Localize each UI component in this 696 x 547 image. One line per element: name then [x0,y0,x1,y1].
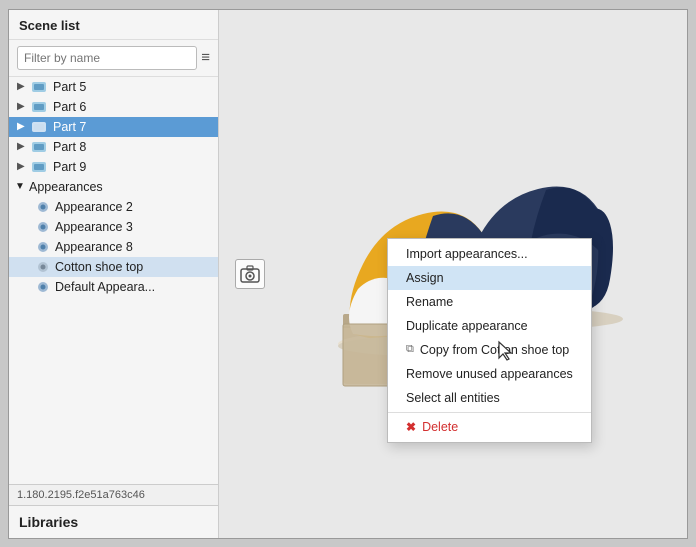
tree-item-part6[interactable]: ▶ Part 6 [9,97,218,117]
context-menu-item-assign[interactable]: Assign [388,266,591,290]
part9-label: Part 9 [53,160,212,174]
context-menu-item-import[interactable]: Import appearances... [388,242,591,266]
main-window: Scene list ≡ ▶ Part 5 ▶ [8,9,688,539]
appearances-expand-arrow: ▼ [15,181,29,192]
tree-item-part5[interactable]: ▶ Part 5 [9,77,218,97]
context-menu-item-rename[interactable]: Rename [388,290,591,314]
context-menu-separator [388,412,591,413]
part7-icon [31,120,49,134]
part8-label: Part 8 [53,140,212,154]
duplicate-label: Duplicate appearance [406,319,528,333]
context-menu-item-delete[interactable]: ✖ Delete [388,415,591,439]
part8-icon [31,140,49,154]
copy-icon: ⧉ [406,343,414,356]
part6-label: Part 6 [53,100,212,114]
context-menu-item-duplicate[interactable]: Duplicate appearance [388,314,591,338]
appearance-item-app3[interactable]: Appearance 3 [9,217,218,237]
part7-label: Part 7 [53,120,212,134]
remove-label: Remove unused appearances [406,367,573,381]
part9-icon [31,160,49,174]
filter-input[interactable] [17,46,197,70]
expand-arrow-part8: ▶ [17,141,31,152]
assign-label: Assign [406,271,444,285]
context-menu-item-remove[interactable]: Remove unused appearances [388,362,591,386]
tree-container: ▶ Part 5 ▶ Part 6 [9,77,218,484]
expand-arrow-part9: ▶ [17,161,31,172]
list-view-icon[interactable]: ≡ [201,49,210,66]
tree-item-part9[interactable]: ▶ Part 9 [9,157,218,177]
sidebar-title: Scene list [9,10,218,40]
appearance-item-default[interactable]: Default Appeara... [9,277,218,297]
select-all-label: Select all entities [406,391,500,405]
part6-icon [31,100,49,114]
app3-icon [35,220,51,234]
part5-icon [31,80,49,94]
libraries-label: Libraries [9,505,218,538]
appearance-item-app8[interactable]: Appearance 8 [9,237,218,257]
rename-label: Rename [406,295,453,309]
expand-arrow-part6: ▶ [17,101,31,112]
appearances-label: Appearances [29,180,103,194]
app2-label: Appearance 2 [55,200,133,214]
context-menu: Import appearances... Assign Rename Dupl… [387,238,592,443]
tree-item-part8[interactable]: ▶ Part 8 [9,137,218,157]
default-label: Default Appeara... [55,280,155,294]
app8-label: Appearance 8 [55,240,133,254]
status-bar: 1.180.2195.f2e51a763c46 [9,484,218,505]
cotton-icon [35,260,51,274]
appearance-item-cotton[interactable]: Cotton shoe top [9,257,218,277]
filter-row: ≡ [9,40,218,77]
delete-label: Delete [422,420,458,434]
part5-label: Part 5 [53,80,212,94]
copy-label: Copy from Cotton shoe top [420,343,569,357]
context-menu-item-select-all[interactable]: Select all entities [388,386,591,410]
default-icon [35,280,51,294]
delete-x-icon: ✖ [406,420,416,434]
expand-arrow-part7: ▶ [17,121,31,132]
app8-icon [35,240,51,254]
import-label: Import appearances... [406,247,528,261]
cotton-label: Cotton shoe top [55,260,143,274]
sidebar: Scene list ≡ ▶ Part 5 ▶ [9,10,219,538]
app2-icon [35,200,51,214]
appearances-header[interactable]: ▼ Appearances [9,177,218,197]
expand-arrow-part5: ▶ [17,81,31,92]
appearance-item-app2[interactable]: Appearance 2 [9,197,218,217]
camera-button[interactable] [235,259,265,289]
context-menu-item-copy[interactable]: ⧉ Copy from Cotton shoe top [388,338,591,362]
app3-label: Appearance 3 [55,220,133,234]
main-area: Import appearances... Assign Rename Dupl… [219,10,687,538]
tree-item-part7[interactable]: ▶ Part 7 [9,117,218,137]
